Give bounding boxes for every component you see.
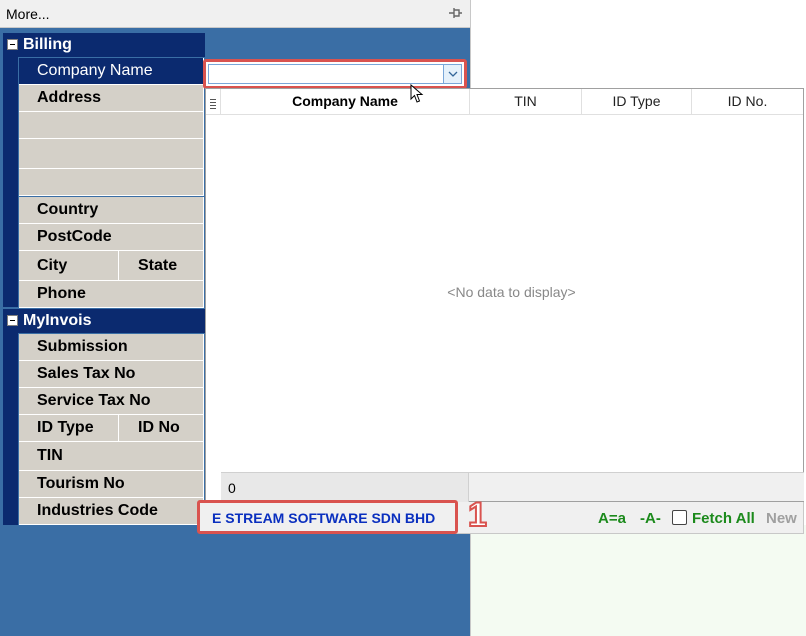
- pin-icon[interactable]: [446, 5, 464, 21]
- field-address-line-4[interactable]: [19, 169, 204, 196]
- current-company-label: E STREAM SOFTWARE SDN BHD: [197, 500, 458, 534]
- field-label: Phone: [37, 285, 86, 302]
- field-label: Sales Tax No: [37, 365, 136, 382]
- collapse-icon[interactable]: [7, 315, 18, 326]
- field-address-line-3[interactable]: [19, 139, 204, 169]
- field-address-line-2[interactable]: [19, 112, 204, 139]
- dropdown-button[interactable]: [443, 65, 461, 83]
- field-address[interactable]: Address: [19, 85, 204, 112]
- field-label: TIN: [37, 447, 63, 464]
- myinvois-section-header[interactable]: MyInvois: [3, 309, 205, 333]
- field-sales-tax-no[interactable]: Sales Tax No: [19, 361, 204, 388]
- callout-number: 1: [467, 495, 488, 535]
- case-insensitive-toggle[interactable]: A=a: [598, 510, 626, 527]
- billing-section-header[interactable]: Billing: [3, 33, 205, 57]
- field-label: Service Tax No: [37, 392, 151, 409]
- more-label[interactable]: More...: [6, 6, 50, 22]
- field-label: ID Type: [37, 419, 94, 436]
- field-label: Company Name: [37, 62, 153, 79]
- chevron-down-icon: [448, 71, 458, 77]
- myinvois-header-label: MyInvois: [23, 312, 92, 329]
- field-id-type[interactable]: ID Type: [19, 415, 119, 442]
- partial-match-toggle[interactable]: -A-: [640, 510, 661, 527]
- column-chooser-icon[interactable]: [206, 89, 221, 115]
- more-bar[interactable]: More...: [0, 0, 470, 28]
- field-label: PostCode: [37, 228, 112, 245]
- field-submission[interactable]: Submission: [19, 334, 204, 361]
- field-industries-code[interactable]: Industries Code: [19, 498, 204, 525]
- field-state[interactable]: State: [119, 251, 204, 281]
- mouse-cursor-icon: [410, 84, 424, 103]
- column-header-id-type[interactable]: ID Type: [582, 89, 692, 115]
- fetch-all-label[interactable]: Fetch All: [692, 510, 755, 527]
- field-service-tax-no[interactable]: Service Tax No: [19, 388, 204, 415]
- fetch-all-checkbox[interactable]: [672, 510, 687, 525]
- field-label: City: [37, 257, 68, 274]
- field-phone[interactable]: Phone: [19, 281, 204, 308]
- column-header-company-name[interactable]: Company Name: [221, 89, 470, 115]
- new-button[interactable]: New: [766, 510, 797, 527]
- field-label: Industries Code: [37, 502, 158, 519]
- field-id-no[interactable]: ID No: [119, 415, 204, 442]
- column-header-tin[interactable]: TIN: [470, 89, 582, 115]
- grid-footer: 0: [221, 472, 804, 502]
- collapse-icon[interactable]: [7, 39, 18, 50]
- company-name-combo[interactable]: [203, 59, 467, 89]
- field-label: Address: [37, 89, 102, 106]
- billing-indent: [3, 57, 18, 307]
- field-city[interactable]: City: [19, 251, 119, 281]
- column-header-id-no[interactable]: ID No.: [692, 89, 803, 115]
- billing-header-label: Billing: [23, 36, 72, 53]
- field-country[interactable]: Country: [19, 197, 204, 224]
- field-tourism-no[interactable]: Tourism No: [19, 471, 204, 498]
- field-postcode[interactable]: PostCode: [19, 224, 204, 251]
- row-count: 0: [221, 473, 469, 502]
- company-name-input[interactable]: [208, 64, 462, 84]
- field-label: ID No: [138, 419, 180, 436]
- myinvois-indent: [3, 333, 18, 525]
- field-label: Tourism No: [37, 475, 125, 492]
- field-label: Country: [37, 201, 99, 218]
- empty-grid-message: <No data to display>: [447, 284, 576, 300]
- right-bottom-area: [471, 525, 806, 636]
- lookup-dropdown[interactable]: Company Name TIN ID Type ID No. <No data…: [205, 88, 804, 502]
- field-company-name[interactable]: Company Name: [19, 58, 204, 85]
- field-label: State: [138, 257, 178, 274]
- field-tin[interactable]: TIN: [19, 442, 204, 471]
- grid-header: Company Name TIN ID Type ID No.: [206, 89, 803, 115]
- field-label: Submission: [37, 338, 128, 355]
